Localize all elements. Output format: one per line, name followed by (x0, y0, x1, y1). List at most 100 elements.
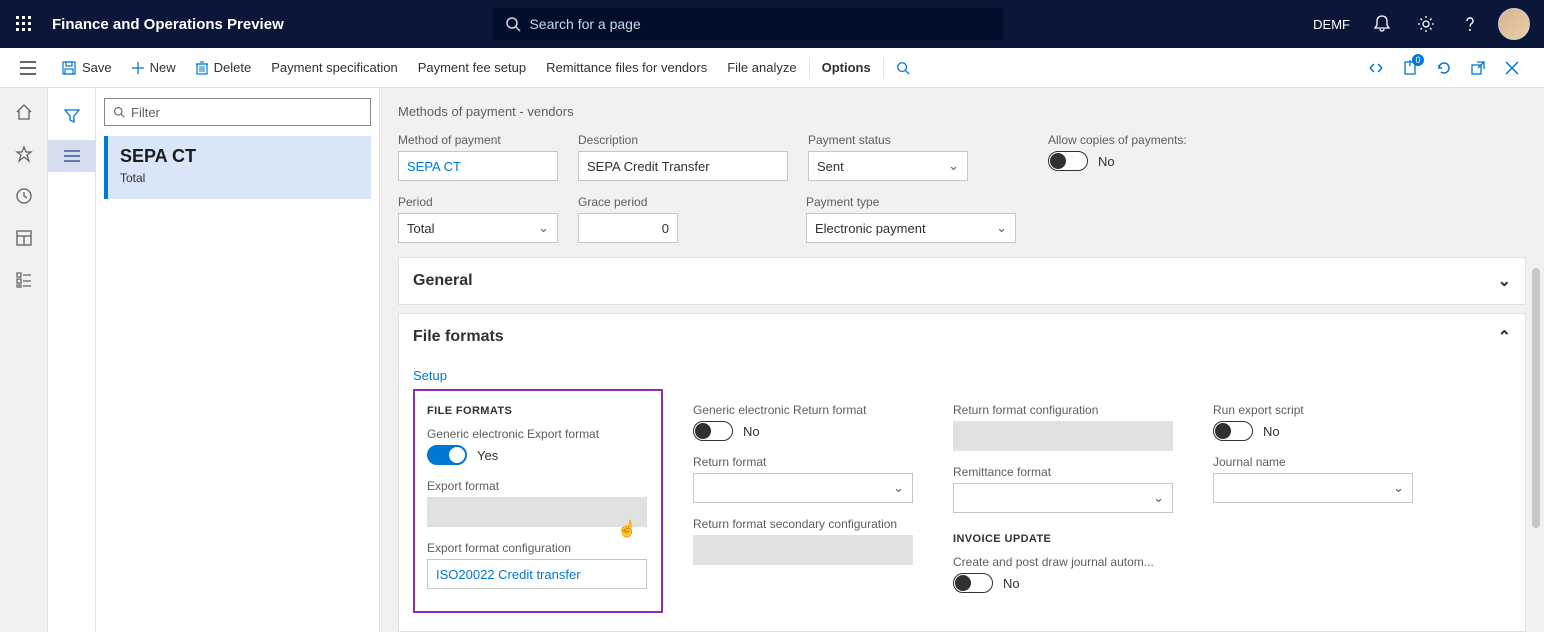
period-select[interactable]: Total ⌄ (398, 213, 558, 243)
home-icon[interactable] (12, 100, 36, 124)
close-icon[interactable] (1496, 52, 1528, 84)
fileformats-header[interactable]: File formats ⌃ (399, 314, 1525, 360)
main-content: Methods of payment - vendors Method of p… (380, 88, 1544, 632)
file-analyze-label: File analyze (727, 60, 796, 75)
payment-fee-button[interactable]: Payment fee setup (408, 48, 536, 88)
create-draw-label: Create and post draw journal autom... (953, 555, 1183, 569)
funnel-icon[interactable] (56, 100, 88, 132)
run-export-label: Run export script (1213, 403, 1413, 417)
header-right: DEMF (1313, 0, 1544, 48)
chevron-up-icon: ⌃ (1498, 327, 1511, 347)
new-label: New (150, 60, 176, 75)
action-bar: Save New Delete Payment specification Pa… (0, 48, 1544, 88)
company-picker[interactable]: DEMF (1313, 17, 1350, 32)
method-value: SEPA CT (407, 159, 461, 174)
generic-return-label: Generic electronic Return format (693, 403, 923, 417)
search-icon (505, 16, 521, 32)
payment-status-select[interactable]: Sent ⌄ (808, 151, 968, 181)
attachment-badge: 0 (1412, 54, 1424, 66)
app-launcher-icon[interactable] (0, 0, 48, 48)
app-title: Finance and Operations Preview (52, 16, 284, 33)
payment-fee-label: Payment fee setup (418, 60, 526, 75)
filter-column (48, 88, 96, 632)
attachments-icon[interactable]: 0 (1394, 52, 1426, 84)
chevron-down-icon: ⌄ (996, 220, 1007, 236)
chevron-down-icon: ⌄ (1498, 271, 1511, 291)
setup-link[interactable]: Setup (413, 368, 1511, 383)
filter-input[interactable]: Filter (104, 98, 371, 126)
period-label: Period (398, 195, 558, 209)
modules-icon[interactable] (12, 268, 36, 292)
recent-icon[interactable] (12, 184, 36, 208)
list-panel: Filter SEPA CT Total (96, 88, 380, 632)
allow-copies-toggle[interactable] (1048, 151, 1088, 171)
return-secondary-input (693, 535, 913, 565)
payment-spec-button[interactable]: Payment specification (261, 48, 407, 88)
export-config-value: ISO20022 Credit transfer (436, 567, 581, 582)
description-input[interactable]: SEPA Credit Transfer (578, 151, 788, 181)
method-input[interactable]: SEPA CT (398, 151, 558, 181)
file-formats-group-title: FILE FORMATS (427, 405, 649, 417)
payment-spec-label: Payment specification (271, 60, 397, 75)
save-button[interactable]: Save (52, 48, 122, 88)
generic-export-toggle[interactable] (427, 445, 467, 465)
remittance-format-label: Remittance format (953, 465, 1183, 479)
export-format-label: Export format (427, 479, 649, 493)
grace-value: 0 (662, 221, 669, 236)
search-icon (896, 61, 910, 75)
search-placeholder: Search for a page (529, 16, 640, 32)
remittance-format-select[interactable]: ⌄ (953, 483, 1173, 513)
remittance-label: Remittance files for vendors (546, 60, 707, 75)
help-icon[interactable] (1450, 0, 1490, 48)
list-item-sub: Total (120, 171, 359, 185)
refresh-icon[interactable] (1428, 52, 1460, 84)
save-label: Save (82, 60, 112, 75)
payment-status-value: Sent (817, 159, 844, 174)
payment-type-select[interactable]: Electronic payment ⌄ (806, 213, 1016, 243)
export-config-input[interactable]: ISO20022 Credit transfer (427, 559, 647, 589)
chevron-down-icon: ⌄ (948, 158, 959, 174)
new-button[interactable]: New (122, 48, 186, 88)
workspaces-icon[interactable] (12, 226, 36, 250)
search-input[interactable]: Search for a page (493, 8, 1003, 40)
gear-icon[interactable] (1406, 0, 1446, 48)
journal-name-label: Journal name (1213, 455, 1413, 469)
action-search-button[interactable] (886, 48, 920, 88)
favorite-icon[interactable] (12, 142, 36, 166)
divider (809, 58, 810, 78)
remittance-button[interactable]: Remittance files for vendors (536, 48, 717, 88)
options-button[interactable]: Options (812, 48, 881, 88)
create-draw-toggle[interactable] (953, 573, 993, 593)
grace-label: Grace period (578, 195, 678, 209)
user-avatar[interactable] (1494, 0, 1534, 48)
plus-icon (132, 62, 144, 74)
generic-return-toggle[interactable] (693, 421, 733, 441)
action-right-icons: 0 (1360, 52, 1536, 84)
scrollbar[interactable] (1532, 268, 1540, 528)
description-value: SEPA Credit Transfer (587, 159, 710, 174)
journal-name-select[interactable]: ⌄ (1213, 473, 1413, 503)
general-fasttab-header[interactable]: General ⌄ (399, 258, 1525, 304)
run-export-toggle[interactable] (1213, 421, 1253, 441)
hamburger-icon[interactable] (8, 48, 48, 88)
breadcrumb: Methods of payment - vendors (398, 104, 1526, 119)
grace-input[interactable]: 0 (578, 213, 678, 243)
chevron-down-icon: ⌄ (893, 480, 904, 496)
generic-export-label: Generic electronic Export format (427, 427, 649, 441)
file-analyze-button[interactable]: File analyze (717, 48, 806, 88)
popout-icon[interactable] (1462, 52, 1494, 84)
delete-button[interactable]: Delete (186, 48, 262, 88)
return-format-label: Return format (693, 455, 923, 469)
list-view-icon[interactable] (48, 140, 96, 172)
period-value: Total (407, 221, 434, 236)
return-format-select[interactable]: ⌄ (693, 473, 913, 503)
options-label: Options (822, 60, 871, 75)
description-label: Description (578, 133, 788, 147)
list-item-title: SEPA CT (120, 146, 359, 167)
run-export-value: No (1263, 424, 1280, 439)
payment-status-label: Payment status (808, 133, 968, 147)
bell-icon[interactable] (1362, 0, 1402, 48)
list-item[interactable]: SEPA CT Total (104, 136, 371, 199)
trash-icon (196, 61, 208, 75)
related-icon[interactable] (1360, 52, 1392, 84)
